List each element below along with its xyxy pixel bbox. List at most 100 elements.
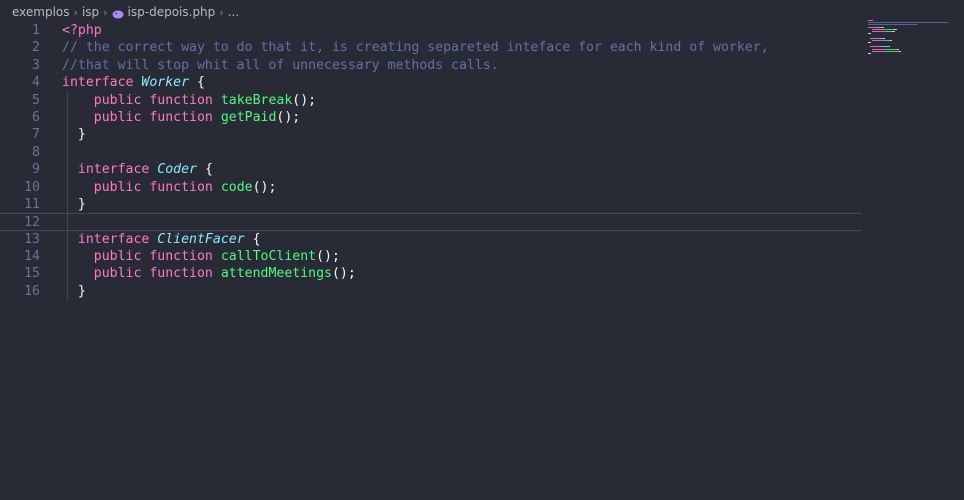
- code-content: }: [62, 283, 86, 300]
- code-token: ();: [292, 92, 317, 108]
- code-content: }: [62, 126, 86, 143]
- code-line[interactable]: 16 }: [0, 283, 862, 300]
- code-line[interactable]: 15 public function attendMeetings();: [0, 265, 862, 282]
- line-number: 4: [32, 75, 40, 91]
- breadcrumb-folder-exemplos[interactable]: exemplos: [12, 5, 70, 19]
- line-number: 6: [32, 109, 40, 125]
- minimap-line: [871, 28, 886, 30]
- chevron-right-icon: ›: [103, 5, 108, 19]
- minimap-line: [868, 20, 873, 21]
- minimap[interactable]: [866, 18, 964, 78]
- code-content: }: [62, 196, 86, 213]
- minimap-line: [886, 28, 895, 30]
- code-line[interactable]: 13 interface ClientFacer {: [0, 231, 862, 248]
- code-token: <?php: [62, 23, 102, 38]
- code-token: attendMeetings: [220, 266, 332, 282]
- minimap-line: [871, 48, 886, 50]
- code-line[interactable]: 7 }: [0, 126, 862, 143]
- line-number: 3: [32, 57, 40, 73]
- code-token: code: [220, 179, 253, 195]
- code-line[interactable]: 1 <?php: [0, 22, 862, 39]
- minimap-line: [868, 42, 871, 43]
- line-number: 12: [24, 215, 40, 231]
- code-content: interface Worker {: [62, 74, 205, 91]
- code-token: public function: [93, 249, 221, 265]
- line-number: 15: [24, 266, 40, 282]
- code-token: ();: [316, 249, 340, 265]
- code-token: }: [62, 283, 86, 299]
- breadcrumb-more[interactable]: ...: [228, 5, 239, 19]
- code-line[interactable]: 2 // the correct way to do that it, is cr…: [0, 39, 862, 56]
- code-token: }: [62, 196, 86, 212]
- minimap-line: [868, 22, 949, 24]
- minimap-line: [894, 28, 897, 30]
- code-token: ClientFacer: [157, 231, 245, 247]
- minimap-line: [868, 26, 877, 28]
- code-token: }: [62, 127, 86, 143]
- minimap-line: [886, 50, 899, 52]
- code-token: getPaid: [220, 109, 277, 125]
- minimap-line: [896, 48, 900, 50]
- minimap-line: [882, 26, 885, 28]
- code-token: Coder: [157, 162, 197, 178]
- minimap-line: [888, 46, 891, 48]
- line-number: 1: [32, 23, 40, 38]
- line-number: 10: [24, 179, 40, 195]
- minimap-line: [869, 46, 879, 48]
- breadcrumb-file[interactable]: isp-depois.php: [128, 5, 216, 19]
- code-content: public function takeBreak();: [62, 92, 316, 109]
- code-token: takeBreak: [220, 92, 293, 108]
- code-line[interactable]: 4 interface Worker {: [0, 74, 862, 91]
- code-token: {: [189, 75, 205, 91]
- minimap-line: [889, 39, 893, 41]
- line-number: 14: [24, 249, 40, 265]
- line-number: 7: [32, 127, 40, 143]
- code-token: public function: [93, 109, 221, 125]
- code-line[interactable]: 8: [0, 144, 862, 161]
- code-line[interactable]: 3 //that will stop whit all of unnecessar…: [0, 57, 862, 74]
- minimap-line: [868, 24, 918, 26]
- code-token: ();: [276, 109, 301, 125]
- chevron-right-icon: ›: [219, 5, 224, 19]
- minimap-line: [871, 50, 886, 52]
- code-token: {: [197, 162, 213, 178]
- breadcrumb-folder-isp[interactable]: isp: [82, 5, 99, 19]
- minimap-line: [868, 53, 871, 54]
- php-elephant-icon: [112, 8, 124, 18]
- line-number: 8: [32, 144, 40, 160]
- minimap-line: [892, 31, 895, 32]
- code-token: interface: [77, 162, 158, 178]
- code-line[interactable]: 14 public function callToClient();: [0, 248, 862, 265]
- code-token: public function: [93, 179, 221, 195]
- code-content: interface ClientFacer {: [62, 231, 261, 248]
- code-line[interactable]: 5 public function takeBreak();: [0, 92, 862, 109]
- code-content: public function attendMeetings();: [62, 265, 356, 282]
- code-token: public function: [93, 266, 221, 282]
- line-number: 9: [32, 162, 40, 178]
- code-token: callToClient: [220, 249, 317, 265]
- code-token: ();: [331, 266, 356, 282]
- code-line[interactable]: 10 public function code();: [0, 179, 862, 196]
- indent-guide: [67, 91, 68, 301]
- code-line[interactable]: 9 interface Coder {: [0, 161, 862, 178]
- code-line[interactable]: 11 }: [0, 196, 862, 213]
- minimap-line: [886, 48, 897, 50]
- code-content: public function code();: [62, 179, 277, 196]
- code-editor[interactable]: 1 <?php 2 // the correct way to do that it,…: [0, 22, 862, 500]
- code-token: interface: [62, 75, 142, 91]
- minimap-line: [878, 46, 889, 48]
- line-number: 13: [24, 231, 40, 247]
- code-token: public function: [93, 92, 221, 108]
- code-content: public function callToClient();: [62, 248, 340, 265]
- code-line[interactable]: 6 public function getPaid();: [0, 109, 862, 126]
- code-token: // the correct way to do that it, is cre…: [62, 40, 769, 56]
- code-token: Worker: [141, 75, 190, 91]
- line-number: 11: [24, 196, 40, 212]
- code-token: ();: [252, 179, 277, 195]
- code-line[interactable]: 12: [0, 213, 862, 231]
- code-content: <?php: [62, 22, 102, 39]
- line-number: 5: [32, 92, 40, 108]
- minimap-line: [869, 37, 879, 39]
